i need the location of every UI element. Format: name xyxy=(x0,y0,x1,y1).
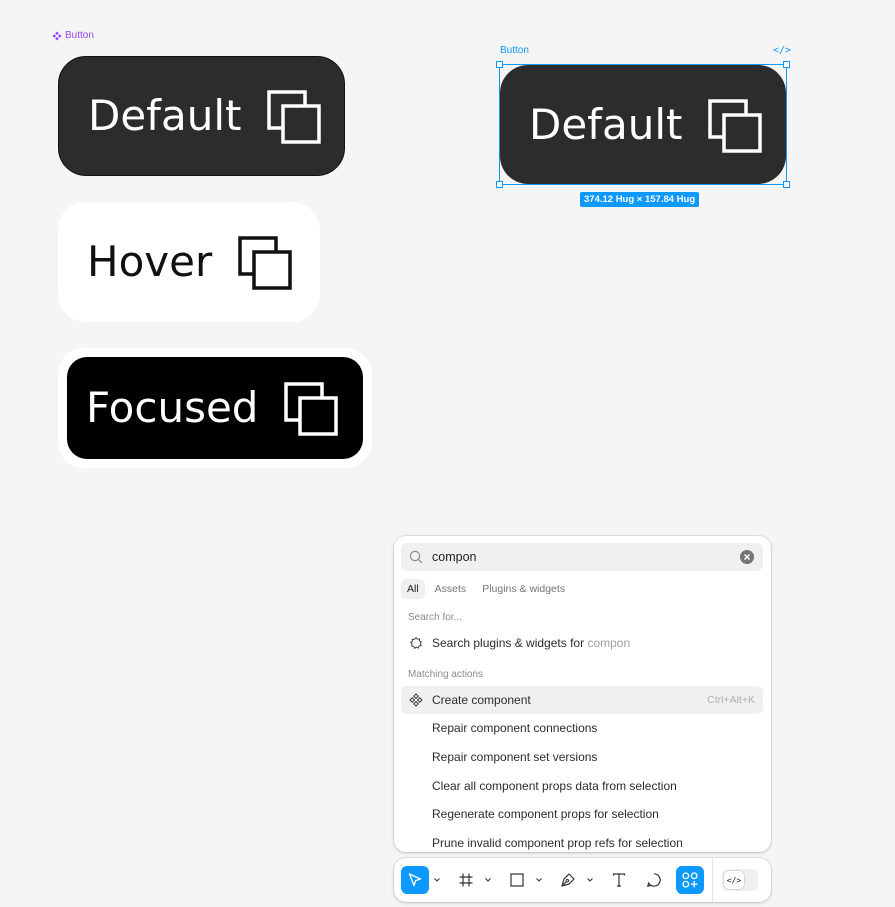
search-plugins-text: Search plugins & widgets for xyxy=(432,636,585,650)
search-input[interactable]: compon xyxy=(432,550,476,564)
chevron-down-icon[interactable] xyxy=(484,876,492,884)
plugin-icon xyxy=(409,636,423,650)
search-icon xyxy=(409,550,423,564)
component-set-name: Button xyxy=(65,30,94,41)
action-label: Create component xyxy=(432,693,531,707)
actions-icon xyxy=(682,872,698,888)
component-set-icon xyxy=(52,31,62,40)
actions-tool-button[interactable] xyxy=(676,866,704,894)
quick-actions-search[interactable]: compon xyxy=(401,543,763,571)
variant-focused-label: Focused xyxy=(86,383,259,432)
chevron-down-icon[interactable] xyxy=(433,876,441,884)
action-repair-set-versions[interactable]: Repair component set versions xyxy=(401,743,763,771)
rectangle-icon xyxy=(510,873,524,887)
comment-tool-button[interactable] xyxy=(640,866,668,894)
action-label: Repair component connections xyxy=(432,721,598,735)
resize-handle-top-left[interactable] xyxy=(496,61,503,68)
matching-actions-heading: Matching actions xyxy=(408,669,484,680)
tab-assets[interactable]: Assets xyxy=(429,579,473,599)
size-badge: 374.12 Hug × 157.84 Hug xyxy=(580,192,700,207)
copy-icon xyxy=(284,382,339,436)
quick-actions-panel: compon All Assets Plugins & widgets Sear… xyxy=(394,536,771,852)
toolbar-divider xyxy=(712,858,713,902)
action-prune-prop-refs[interactable]: Prune invalid component prop refs for se… xyxy=(401,829,763,852)
pen-icon xyxy=(561,873,575,887)
clear-icon[interactable] xyxy=(740,550,754,564)
selection-frame xyxy=(499,64,787,185)
text-tool-button[interactable] xyxy=(605,866,633,894)
chevron-down-icon[interactable] xyxy=(535,876,543,884)
search-for-heading: Search for... xyxy=(408,612,462,623)
code-icon[interactable]: </> xyxy=(773,45,791,56)
variant-hover-button[interactable]: Hover xyxy=(58,202,320,322)
variant-focused-button[interactable]: Focused xyxy=(67,357,363,459)
action-create-component[interactable]: Create component Ctrl+Alt+K xyxy=(401,686,763,714)
search-plugins-row[interactable]: Search plugins & widgets for compon xyxy=(401,629,763,657)
resize-handle-bottom-left[interactable] xyxy=(496,181,503,188)
tab-all[interactable]: All xyxy=(401,579,425,599)
component-icon xyxy=(409,693,423,707)
tab-plugins-widgets[interactable]: Plugins & widgets xyxy=(476,579,571,599)
move-icon xyxy=(408,873,422,887)
dev-mode-toggle[interactable]: </> xyxy=(722,869,758,891)
resize-handle-top-right[interactable] xyxy=(783,61,790,68)
shape-tool-button[interactable] xyxy=(503,866,531,894)
comment-icon xyxy=(646,873,661,888)
component-set-label[interactable]: Button xyxy=(52,30,94,41)
instance-label[interactable]: Button xyxy=(500,45,529,56)
copy-icon xyxy=(267,90,322,144)
copy-icon xyxy=(238,236,292,290)
action-label: Prune invalid component prop refs for se… xyxy=(432,836,683,850)
action-label: Repair component set versions xyxy=(432,750,598,764)
action-regenerate-props[interactable]: Regenerate component props for selection xyxy=(401,800,763,828)
variant-default-label: Default xyxy=(88,91,242,140)
search-plugins-query: compon xyxy=(587,636,631,650)
action-shortcut: Ctrl+Alt+K xyxy=(707,694,755,706)
move-tool-button[interactable] xyxy=(401,866,429,894)
frame-tool-button[interactable] xyxy=(452,866,480,894)
action-label: Clear all component props data from sele… xyxy=(432,779,677,793)
variant-default-button[interactable]: Default xyxy=(58,56,345,176)
action-label: Regenerate component props for selection xyxy=(432,807,659,821)
pen-tool-button[interactable] xyxy=(554,866,582,894)
quick-actions-tabs: All Assets Plugins & widgets xyxy=(401,579,571,599)
chevron-down-icon[interactable] xyxy=(586,876,594,884)
frame-icon xyxy=(459,873,473,887)
action-repair-connections[interactable]: Repair component connections xyxy=(401,714,763,742)
resize-handle-bottom-right[interactable] xyxy=(783,181,790,188)
variant-hover-label: Hover xyxy=(87,237,213,286)
text-icon xyxy=(612,873,626,887)
code-icon: </> xyxy=(724,871,744,889)
bottom-toolbar: </> xyxy=(394,858,771,902)
action-clear-props[interactable]: Clear all component props data from sele… xyxy=(401,772,763,800)
